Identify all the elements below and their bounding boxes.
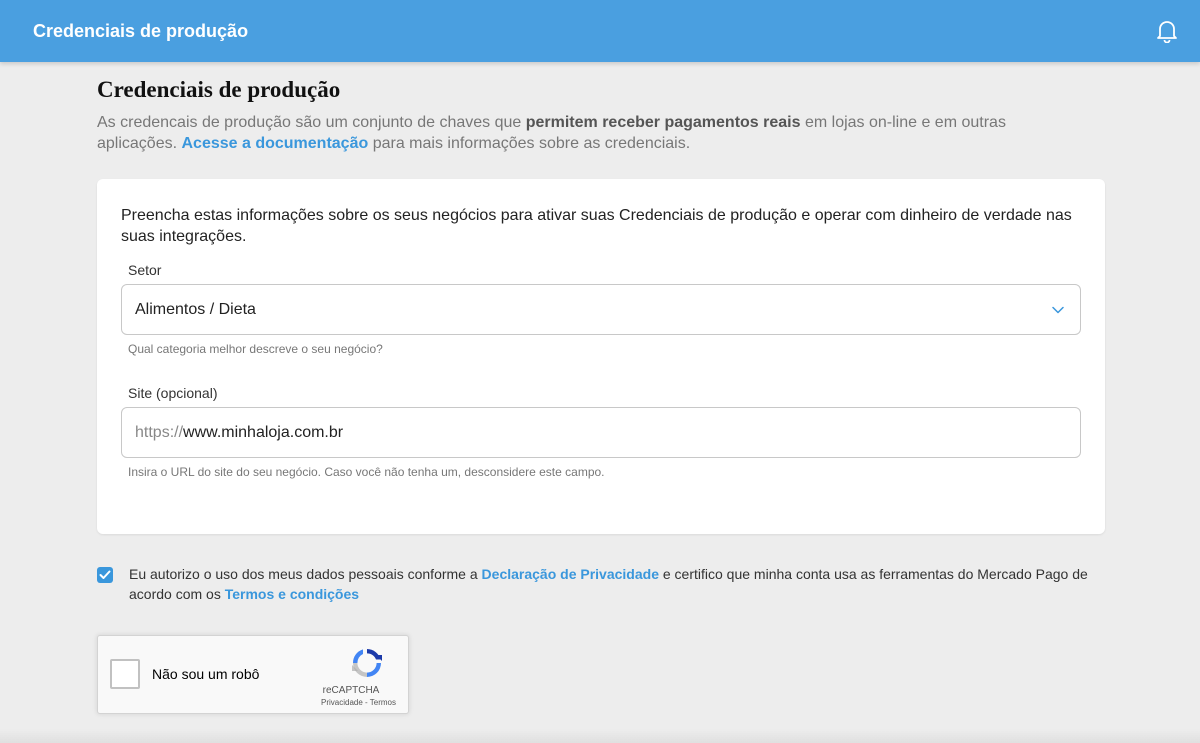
sector-selected-value: Alimentos / Dieta bbox=[135, 300, 256, 318]
desc-text-3: para mais informações sobre as credencia… bbox=[368, 135, 691, 152]
recaptcha-links: Privacidade - Termos bbox=[321, 698, 396, 707]
recaptcha-separator: - bbox=[362, 698, 370, 707]
bell-icon[interactable] bbox=[1154, 18, 1180, 44]
sector-help-text: Qual categoria melhor descreve o seu neg… bbox=[128, 342, 383, 356]
consent-row: Eu autorizo o uso dos meus dados pessoai… bbox=[97, 564, 1107, 604]
recaptcha-logo-icon bbox=[350, 646, 384, 680]
recaptcha-checkbox[interactable] bbox=[110, 659, 140, 689]
site-url-prefix: https:// bbox=[135, 423, 184, 441]
privacy-declaration-link[interactable]: Declaração de Privacidade bbox=[482, 566, 659, 582]
page-title: Credenciais de produção bbox=[97, 77, 341, 102]
consent-text-1: Eu autorizo o uso dos meus dados pessoai… bbox=[129, 566, 482, 582]
consent-text: Eu autorizo o uso dos meus dados pessoai… bbox=[129, 564, 1107, 604]
sector-select[interactable]: Alimentos / Dieta bbox=[121, 284, 1081, 335]
desc-text-1: As credencais de produção são um conjunt… bbox=[97, 114, 526, 131]
recaptcha-brand: reCAPTCHA bbox=[322, 685, 380, 696]
sector-label: Setor bbox=[128, 262, 162, 278]
terms-conditions-link[interactable]: Termos e condições bbox=[225, 586, 359, 602]
top-bar: Credenciais de produção bbox=[0, 0, 1200, 62]
desc-bold-text: permitem receber pagamentos reais bbox=[525, 114, 801, 131]
recaptcha-widget: Não sou um robô reCAPTCHA Privacidade - … bbox=[97, 635, 409, 714]
page-description: As credencais de produção são um conjunt… bbox=[97, 112, 1057, 154]
recaptcha-privacy-link[interactable]: Privacidade bbox=[321, 698, 363, 707]
app-title: Credenciais de produção bbox=[33, 20, 249, 41]
recaptcha-terms-link[interactable]: Termos bbox=[370, 698, 396, 707]
chevron-down-icon bbox=[1052, 303, 1066, 317]
bottom-shadow bbox=[0, 729, 1200, 743]
consent-checkbox[interactable] bbox=[97, 567, 113, 583]
main-content: Credenciais de produção As credencais de… bbox=[97, 62, 1107, 714]
site-label: Site (opcional) bbox=[128, 385, 218, 401]
site-url-value[interactable]: www.minhaloja.com.br bbox=[183, 424, 343, 442]
business-info-card: Preencha estas informações sobre os seus… bbox=[97, 179, 1105, 534]
documentation-link[interactable]: Acesse a documentação bbox=[182, 135, 369, 152]
recaptcha-label: Não sou um robô bbox=[152, 666, 260, 682]
site-help-text: Insira o URL do site do seu negócio. Cas… bbox=[128, 465, 605, 479]
form-intro: Preencha estas informações sobre os seus… bbox=[121, 207, 1072, 245]
site-input[interactable]: https://www.minhaloja.com.br bbox=[121, 407, 1081, 458]
